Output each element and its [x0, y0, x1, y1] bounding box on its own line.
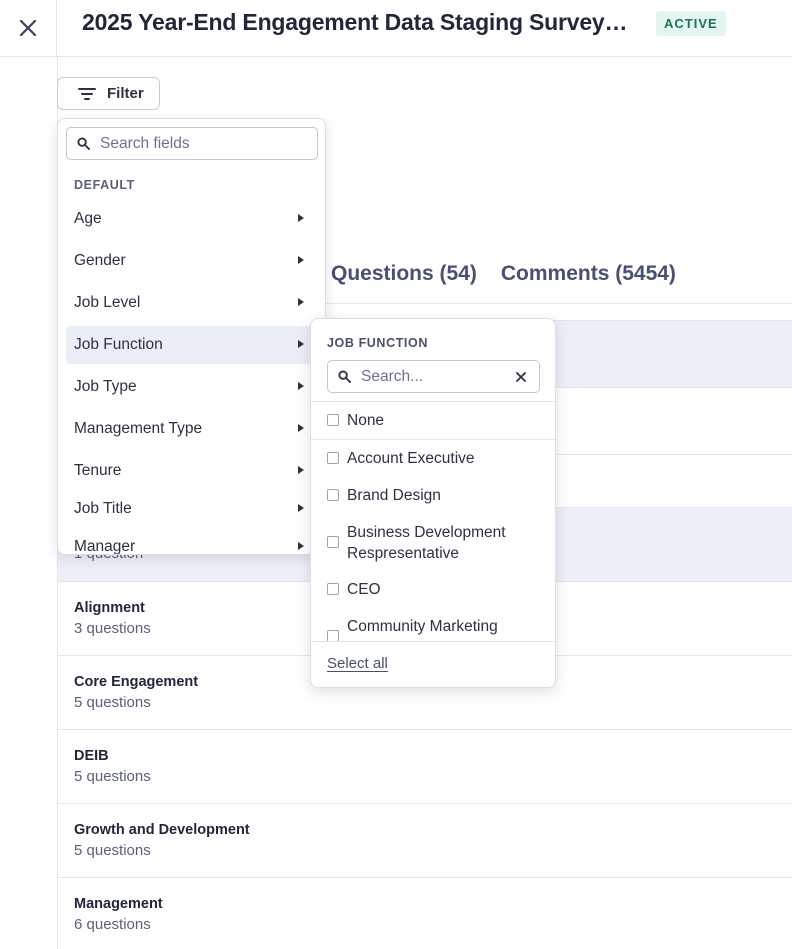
page-title: 2025 Year-End Engagement Data Staging Su… — [82, 9, 632, 35]
search-icon — [338, 370, 351, 383]
caret-right-icon — [298, 256, 304, 264]
tab-comments[interactable]: Comments (5454) — [501, 262, 676, 286]
option-label: Business Development Respresentative — [347, 524, 506, 562]
checkbox[interactable] — [327, 536, 339, 548]
option-label: Brand Design — [347, 487, 441, 504]
submenu-divider — [311, 439, 555, 440]
submenu-title: JOB FUNCTION — [327, 336, 428, 350]
menu-item-label: Job Type — [74, 378, 137, 395]
field-search-input[interactable] — [100, 134, 290, 153]
close-button[interactable] — [0, 0, 57, 56]
option-label: CEO — [347, 581, 381, 598]
page-header: 2025 Year-End Engagement Data Staging Su… — [0, 0, 792, 57]
checkbox[interactable] — [327, 414, 339, 426]
option-ceo[interactable]: CEO — [327, 579, 542, 600]
category-name: Alignment — [74, 600, 145, 616]
category-name: DEIB — [74, 748, 109, 764]
checkbox[interactable] — [327, 489, 339, 501]
submenu-search-input[interactable] — [361, 367, 501, 386]
caret-right-icon — [298, 214, 304, 222]
menu-item-age[interactable]: Age — [66, 200, 318, 238]
menu-item-label: Job Title — [74, 500, 132, 517]
field-search-box[interactable] — [66, 127, 318, 160]
filter-button-label: Filter — [107, 85, 144, 102]
filter-button[interactable]: Filter — [57, 77, 160, 110]
category-name: Management — [74, 896, 163, 912]
category-count: 5 questions — [74, 694, 151, 711]
search-icon — [77, 137, 90, 150]
category-row[interactable]: Growth and Development 5 questions — [58, 803, 792, 877]
section-label: DEFAULT — [74, 178, 135, 192]
category-count: 6 questions — [74, 916, 151, 933]
caret-right-icon — [298, 504, 304, 512]
option-brand-design[interactable]: Brand Design — [327, 485, 542, 506]
menu-item-management-type[interactable]: Management Type — [66, 410, 318, 448]
checkbox[interactable] — [327, 452, 339, 464]
option-account-executive[interactable]: Account Executive — [327, 448, 542, 469]
category-count: 5 questions — [74, 842, 151, 859]
filter-lines-icon — [78, 87, 96, 100]
menu-item-label: Tenure — [74, 462, 122, 479]
menu-item-label: Management Type — [74, 420, 203, 437]
menu-item-job-level[interactable]: Job Level — [66, 284, 318, 322]
menu-item-job-type[interactable]: Job Type — [66, 368, 318, 406]
caret-right-icon — [298, 298, 304, 306]
menu-item-label: Job Level — [74, 294, 141, 311]
submenu-divider — [311, 401, 555, 402]
clear-x-icon[interactable] — [515, 371, 527, 383]
option-business-development[interactable]: Business Development Respresentative — [327, 522, 542, 564]
job-function-submenu: JOB FUNCTION None Account Executive Bran… — [310, 318, 556, 688]
menu-item-tenure[interactable]: Tenure — [66, 452, 318, 490]
menu-item-label: Age — [74, 210, 102, 227]
tab-questions[interactable]: Questions (54) — [331, 262, 477, 286]
category-name: Core Engagement — [74, 674, 199, 690]
category-row[interactable]: DEIB 5 questions — [58, 729, 792, 803]
category-count: 5 questions — [74, 768, 151, 785]
menu-item-label: Job Function — [74, 336, 163, 353]
menu-item-job-title[interactable]: Job Title — [66, 490, 318, 528]
caret-right-icon — [298, 424, 304, 432]
caret-right-icon — [298, 542, 304, 550]
select-all-link[interactable]: Select all — [327, 655, 388, 672]
submenu-footer: Select all — [311, 642, 555, 687]
checkbox[interactable] — [327, 583, 339, 595]
category-row[interactable]: Management 6 questions — [58, 877, 792, 949]
option-community-marketing[interactable]: Community Marketing — [327, 616, 542, 642]
category-name: Growth and Development — [74, 822, 250, 838]
menu-item-label: Manager — [74, 538, 136, 555]
option-label: Community Marketing — [347, 618, 498, 635]
option-none[interactable]: None — [327, 410, 542, 431]
option-label: None — [347, 412, 385, 429]
menu-item-manager[interactable]: Manager — [66, 528, 318, 555]
menu-item-gender[interactable]: Gender — [66, 242, 318, 280]
caret-right-icon — [298, 466, 304, 474]
caret-right-icon — [298, 340, 304, 348]
submenu-search-box[interactable] — [327, 360, 540, 393]
caret-right-icon — [298, 382, 304, 390]
menu-item-label: Gender — [74, 252, 126, 269]
close-icon — [19, 19, 37, 37]
status-badge: ACTIVE — [656, 11, 726, 36]
menu-item-job-function[interactable]: Job Function — [66, 326, 318, 364]
tab-bar: Questions (54) Comments (5454) — [331, 262, 676, 286]
filter-field-menu: DEFAULT Age Gender Job Level Job Functio… — [57, 118, 326, 555]
category-count: 3 questions — [74, 620, 151, 637]
option-label: Account Executive — [347, 450, 475, 467]
